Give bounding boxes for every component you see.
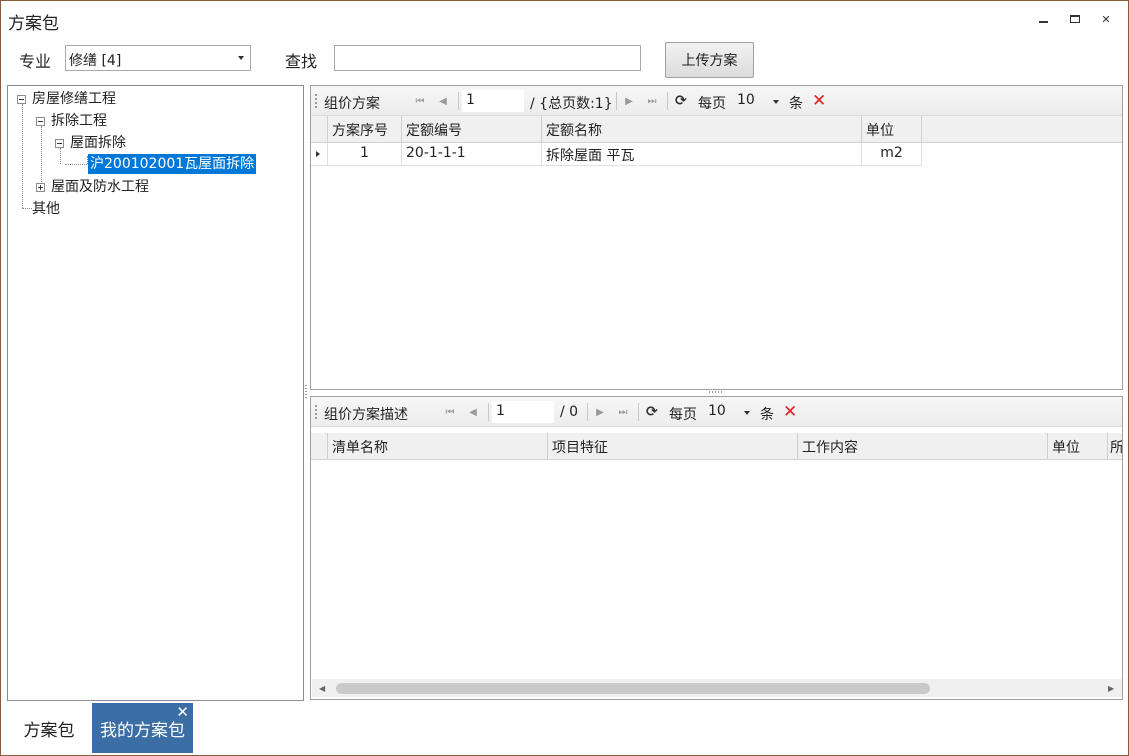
tree-line: [22, 104, 23, 208]
first-page-icon[interactable]: ⏮: [413, 94, 427, 108]
specialty-select[interactable]: 修缮 [4]: [65, 45, 251, 71]
window: 方案包 ✕ 专业 修缮 [4] 查找 上传方案 房屋修缮工程 拆除工程 屋面拆除…: [0, 0, 1129, 756]
tree-node-roof-demolition[interactable]: 屋面拆除: [70, 133, 126, 153]
tree-collapse-icon[interactable]: [36, 117, 45, 126]
column-header[interactable]: 定额名称: [542, 116, 862, 143]
unit-label: 条: [760, 407, 774, 423]
cell-quota-code[interactable]: 20-1-1-1: [402, 143, 542, 166]
minimize-icon: [1038, 21, 1048, 23]
scroll-right-icon[interactable]: ▶: [1108, 684, 1114, 693]
plan-description-pager: 组价方案描述 ⏮ ◀ 1 / 0 ▶ ⏭ ⟳ 每页 10 条 ✕: [311, 397, 1122, 427]
pricing-plan-pager: 组价方案 ⏮ ◀ 1 / {总页数:1} ▶ ⏭ ⟳ 每页 10 条 ✕: [311, 86, 1122, 116]
title-bar: 方案包 ✕: [1, 1, 1128, 37]
tree-node-demolition[interactable]: 拆除工程: [51, 111, 107, 131]
pricing-plan-panel: 组价方案 ⏮ ◀ 1 / {总页数:1} ▶ ⏭ ⟳ 每页 10 条 ✕ 方案序…: [310, 85, 1123, 390]
separator: [638, 403, 639, 421]
upload-plan-button[interactable]: 上传方案: [665, 42, 754, 78]
page-number-input[interactable]: 1: [492, 401, 554, 423]
delete-icon[interactable]: ✕: [812, 91, 826, 111]
tree-node-root[interactable]: 房屋修缮工程: [32, 89, 116, 109]
tree-expand-icon[interactable]: [36, 183, 45, 192]
row-pointer-icon: [316, 151, 320, 157]
grip-icon: [315, 405, 317, 421]
per-page-label: 每页: [669, 407, 697, 423]
close-window-button[interactable]: ✕: [1098, 11, 1114, 27]
search-input[interactable]: [334, 45, 641, 71]
chevron-down-icon[interactable]: [773, 100, 779, 104]
unit-label: 条: [789, 96, 803, 112]
maximize-button[interactable]: [1067, 11, 1083, 27]
vertical-splitter[interactable]: [305, 385, 307, 399]
prev-page-icon[interactable]: ◀: [436, 94, 450, 108]
plan-description-panel: 组价方案描述 ⏮ ◀ 1 / 0 ▶ ⏭ ⟳ 每页 10 条 ✕ 清单名称 项目…: [310, 396, 1123, 700]
column-header[interactable]: 方案序号: [328, 116, 402, 143]
column-header[interactable]: 清单名称: [328, 433, 548, 460]
close-icon: ✕: [1101, 12, 1111, 26]
tree-line: [65, 164, 87, 165]
window-title: 方案包: [8, 14, 59, 34]
search-label: 查找: [285, 52, 318, 71]
cell-unit[interactable]: m2: [862, 143, 922, 166]
next-page-icon[interactable]: ▶: [593, 405, 607, 419]
tree-node-roof-waterproof[interactable]: 屋面及防水工程: [51, 177, 149, 197]
row-header-corner: [311, 116, 328, 143]
chevron-down-icon[interactable]: [744, 411, 750, 415]
column-header[interactable]: 所: [1108, 433, 1122, 460]
column-header[interactable]: 项目特征: [548, 433, 798, 460]
tree-node-other[interactable]: 其他: [32, 199, 60, 219]
tab-plan-package[interactable]: 方案包: [7, 703, 91, 753]
close-tab-icon[interactable]: ✕: [176, 703, 189, 721]
panel-title: 组价方案: [324, 96, 380, 112]
separator: [616, 92, 617, 110]
specialty-value: 修缮 [4]: [69, 53, 122, 69]
scroll-left-icon[interactable]: ◀: [319, 684, 325, 693]
separator: [488, 403, 489, 421]
panel-title: 组价方案描述: [324, 407, 408, 423]
last-page-icon[interactable]: ⏭: [616, 405, 630, 419]
restore-icon: [1070, 15, 1080, 23]
grip-icon: [315, 94, 317, 110]
scrollbar-thumb[interactable]: [336, 683, 930, 694]
tree-collapse-icon[interactable]: [55, 139, 64, 148]
tree-line: [22, 208, 32, 209]
separator: [458, 92, 459, 110]
minimize-button[interactable]: [1035, 11, 1051, 27]
tree-node-tile-roof-demolition[interactable]: 沪200102001瓦屋面拆除: [88, 154, 257, 174]
first-page-icon[interactable]: ⏮: [443, 405, 457, 419]
column-header[interactable]: 定额编号: [402, 116, 542, 143]
separator: [667, 92, 668, 110]
category-tree[interactable]: 房屋修缮工程 拆除工程 屋面拆除 沪200102001瓦屋面拆除 屋面及防水工程…: [7, 85, 304, 701]
last-page-icon[interactable]: ⏭: [645, 94, 659, 108]
next-page-icon[interactable]: ▶: [622, 94, 636, 108]
total-pages-text: / 0: [560, 404, 579, 420]
bottom-tabs: 方案包 我的方案包 ✕: [1, 703, 1128, 755]
refresh-icon[interactable]: ⟳: [646, 404, 658, 420]
tab-label: 方案包: [23, 720, 75, 741]
tree-collapse-icon[interactable]: [17, 95, 26, 104]
column-header[interactable]: 单位: [862, 116, 922, 143]
horizontal-scrollbar[interactable]: ◀ ▶: [312, 679, 1122, 697]
cell-plan-no[interactable]: 1: [328, 143, 402, 166]
per-page-label: 每页: [698, 96, 726, 112]
tab-label: 我的方案包: [100, 720, 185, 741]
specialty-label: 专业: [19, 52, 52, 71]
chevron-down-icon: [238, 56, 244, 60]
column-header[interactable]: 单位: [1048, 433, 1108, 460]
tree-line: [41, 126, 42, 188]
delete-icon[interactable]: ✕: [783, 402, 797, 422]
prev-page-icon[interactable]: ◀: [466, 405, 480, 419]
tab-my-plan-package[interactable]: 我的方案包 ✕: [92, 703, 193, 753]
row-selector[interactable]: [311, 143, 328, 166]
horizontal-splitter[interactable]: [709, 391, 723, 393]
tree-line: [60, 148, 61, 164]
row-header-corner: [311, 433, 328, 460]
column-header[interactable]: 工作内容: [798, 433, 1048, 460]
total-pages-text: / {总页数:1}: [530, 96, 613, 112]
refresh-icon[interactable]: ⟳: [675, 93, 687, 109]
separator: [587, 403, 588, 421]
page-number-input[interactable]: 1: [462, 90, 524, 112]
cell-quota-name[interactable]: 拆除屋面 平瓦: [542, 143, 862, 166]
